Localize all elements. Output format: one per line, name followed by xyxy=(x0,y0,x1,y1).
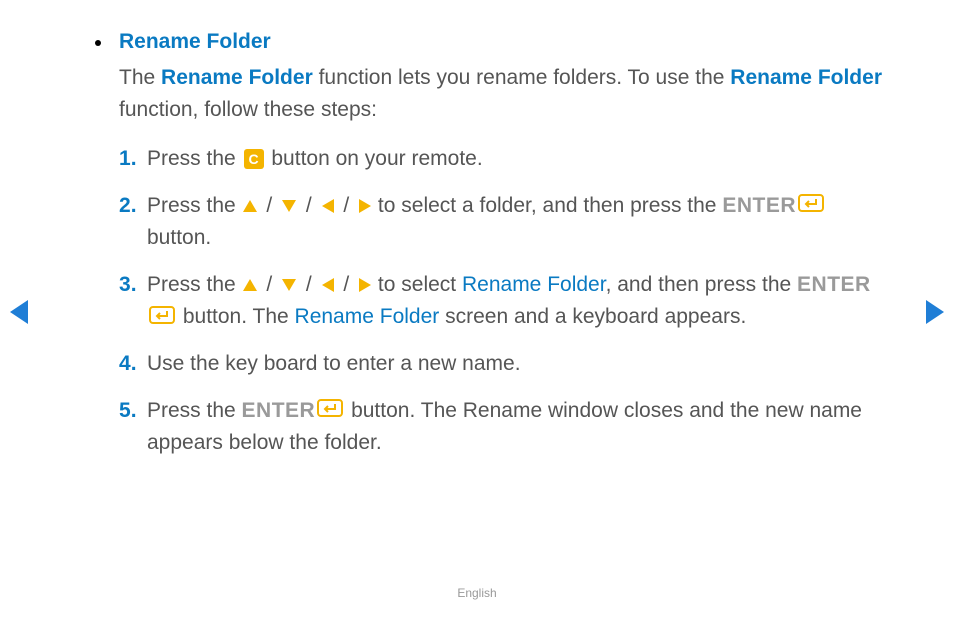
rename-folder-term: Rename Folder xyxy=(462,273,606,296)
step-text: button on your remote. xyxy=(266,147,483,170)
enter-label: ENTER xyxy=(722,194,796,217)
arrow-right-icon xyxy=(359,199,371,213)
enter-icon xyxy=(798,190,824,223)
arrow-left-icon xyxy=(322,278,334,292)
step-text: Press the xyxy=(147,399,242,422)
rename-folder-term: Rename Folder xyxy=(730,66,882,89)
slash-text: / xyxy=(261,194,279,217)
enter-icon xyxy=(317,395,343,428)
section-intro: The Rename Folder function lets you rena… xyxy=(119,62,884,125)
step-5: Press the ENTER button. The Rename windo… xyxy=(119,395,884,460)
c-button-icon: C xyxy=(244,149,264,169)
step-text: Use the key board to enter a new name. xyxy=(147,352,521,375)
arrow-up-icon xyxy=(243,200,257,212)
page-content: Rename Folder The Rename Folder function… xyxy=(0,0,954,460)
slash-text: / xyxy=(300,194,318,217)
arrow-left-icon xyxy=(322,199,334,213)
step-text: button. The xyxy=(177,305,295,328)
step-text: to select xyxy=(372,273,462,296)
steps-list: Press the C button on your remote. Press… xyxy=(119,143,884,460)
arrow-down-icon xyxy=(282,200,296,212)
step-text: , and then press the xyxy=(606,273,797,296)
arrow-down-icon xyxy=(282,279,296,291)
step-2: Press the / / / to select a folder, and … xyxy=(119,190,884,255)
chevron-right-icon xyxy=(926,300,944,324)
slash-text: / xyxy=(338,194,356,217)
rename-folder-term: Rename Folder xyxy=(295,305,440,328)
intro-text: function, follow these steps: xyxy=(119,98,377,121)
slash-text: / xyxy=(300,273,318,296)
step-text: to select a folder, and then press the xyxy=(372,194,722,217)
slash-text: / xyxy=(261,273,279,296)
enter-label: ENTER xyxy=(242,399,316,422)
step-text: button. xyxy=(147,226,211,249)
section-title: Rename Folder xyxy=(119,30,271,54)
prev-page-button[interactable] xyxy=(10,300,28,324)
intro-text: function lets you rename folders. To use… xyxy=(313,66,731,89)
chevron-left-icon xyxy=(10,300,28,324)
step-4: Use the key board to enter a new name. xyxy=(119,348,884,381)
step-text: screen and a keyboard appears. xyxy=(439,305,746,328)
bullet-icon xyxy=(95,40,101,46)
footer-language: English xyxy=(0,586,954,600)
next-page-button[interactable] xyxy=(926,300,944,324)
slash-text: / xyxy=(338,273,356,296)
step-3: Press the / / / to select Rename Folder,… xyxy=(119,269,884,334)
step-text: Press the xyxy=(147,194,242,217)
enter-label: ENTER xyxy=(797,273,871,296)
rename-folder-term: Rename Folder xyxy=(161,66,313,89)
section-header: Rename Folder xyxy=(95,30,884,54)
step-text: Press the xyxy=(147,147,242,170)
step-text: Press the xyxy=(147,273,242,296)
intro-text: The xyxy=(119,66,161,89)
step-1: Press the C button on your remote. xyxy=(119,143,884,176)
enter-icon xyxy=(149,302,175,335)
arrow-up-icon xyxy=(243,279,257,291)
arrow-right-icon xyxy=(359,278,371,292)
